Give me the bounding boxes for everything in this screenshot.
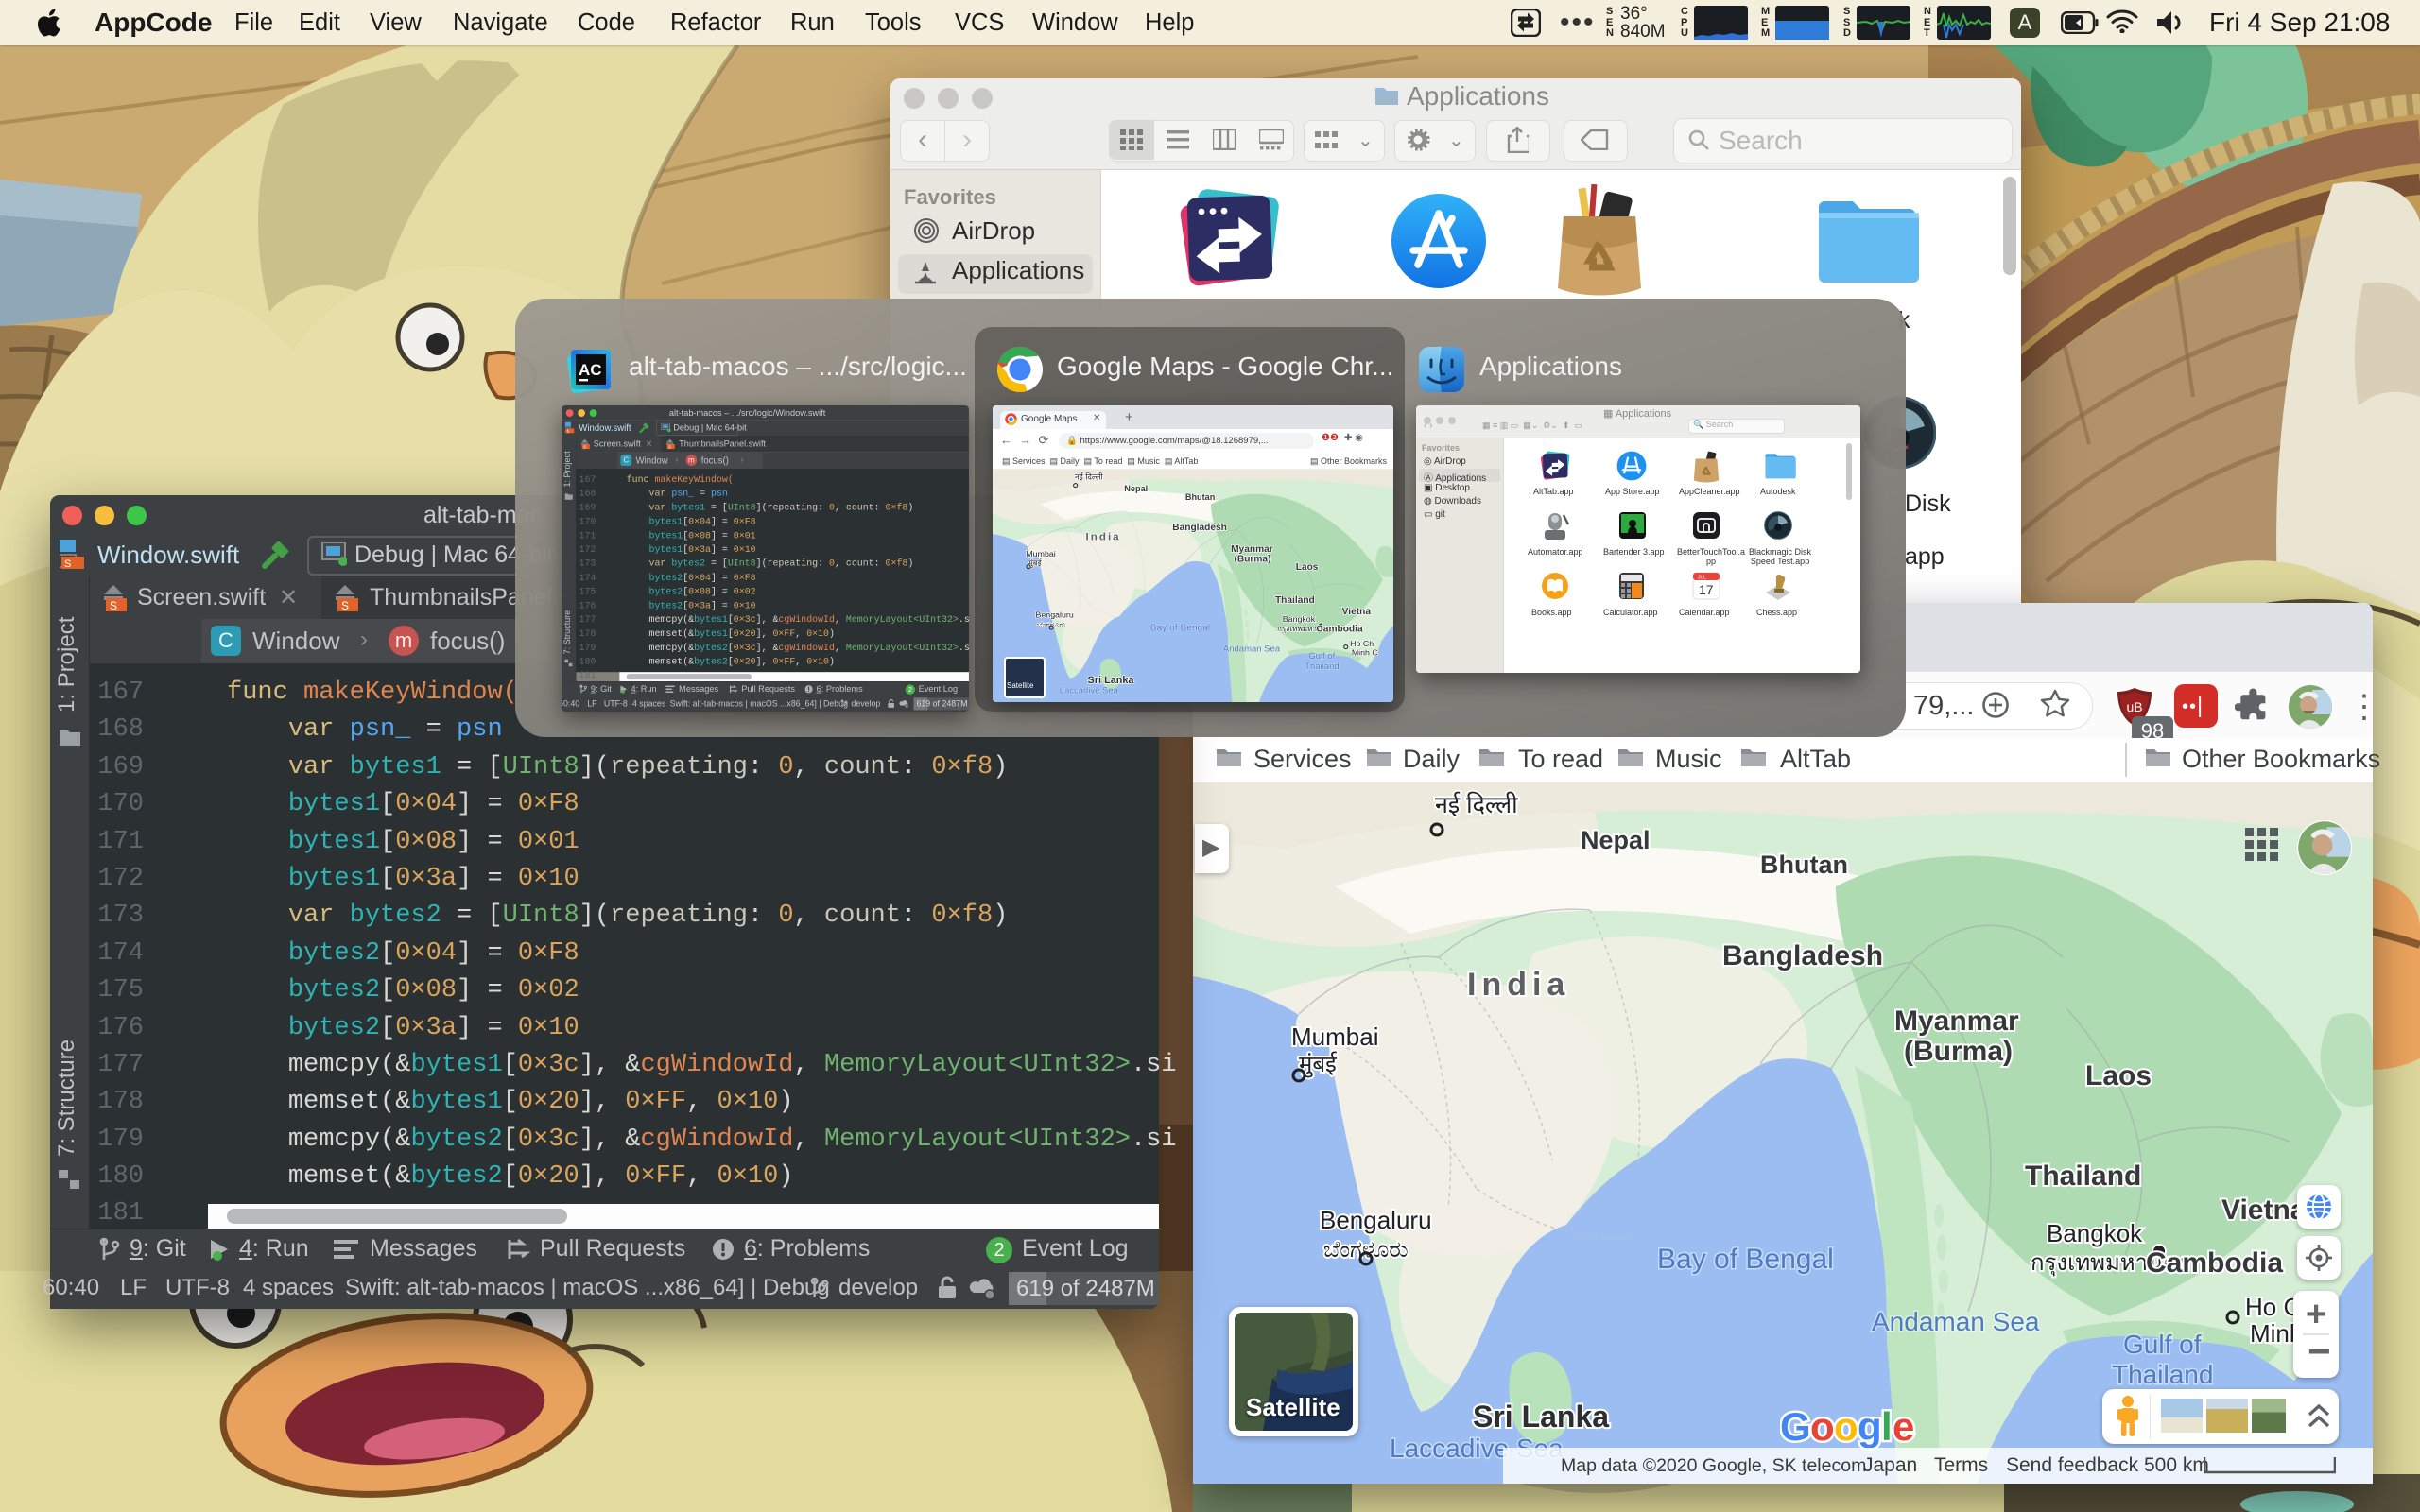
svg-text:G: G: [1780, 1404, 1811, 1449]
svg-text:S: S: [567, 429, 570, 434]
svg-text:नई दिल्ली: नई दिल्ली: [1435, 791, 1518, 818]
svg-text:India: India: [1467, 967, 1570, 1003]
svg-text:Bangkok: Bangkok: [2047, 1219, 2143, 1247]
svg-text:Bhutan: Bhutan: [1760, 850, 1848, 879]
svg-text:Nepal: Nepal: [1581, 826, 1651, 854]
svg-text:JUL: JUL: [1698, 576, 1706, 581]
svg-text:S: S: [583, 444, 586, 449]
svg-text:l: l: [1881, 1404, 1893, 1449]
svg-text:17: 17: [1699, 582, 1714, 597]
svg-text:Mumbai: Mumbai: [1291, 1022, 1378, 1051]
svg-text:Vietna: Vietna: [2221, 1194, 2307, 1226]
svg-text:Myanmar: Myanmar: [1894, 1005, 2019, 1037]
svg-text:Thailand: Thailand: [2112, 1360, 2213, 1389]
svg-text:Bangladesh: Bangladesh: [1722, 940, 1883, 971]
svg-text:S: S: [668, 444, 671, 449]
svg-text:S: S: [64, 558, 71, 570]
svg-text:g: g: [1858, 1404, 1882, 1449]
svg-text:Bengaluru: Bengaluru: [1320, 1206, 1432, 1234]
svg-text:AC: AC: [579, 361, 602, 379]
svg-text:S: S: [110, 599, 117, 611]
svg-text:ಬೆಂಗಳೂರು: ಬೆಂಗಳೂರು: [1323, 1237, 1409, 1263]
svg-text:o: o: [1834, 1404, 1858, 1449]
svg-text:e: e: [1893, 1404, 1914, 1449]
svg-text:Bay of Bengal: Bay of Bengal: [1657, 1244, 1834, 1275]
svg-text:S: S: [341, 599, 349, 611]
svg-text:(Burma): (Burma): [1904, 1036, 2013, 1067]
svg-text:Thailand: Thailand: [2025, 1160, 2141, 1192]
svg-text:uB: uB: [2126, 699, 2142, 714]
svg-text:Cambodia: Cambodia: [2146, 1247, 2283, 1279]
svg-text:Andaman Sea: Andaman Sea: [1872, 1307, 2040, 1336]
svg-text:Gulf of: Gulf of: [2123, 1330, 2202, 1359]
svg-text:Sri Lanka: Sri Lanka: [1473, 1400, 1609, 1434]
svg-text:Laos: Laos: [2085, 1060, 2152, 1091]
svg-text:o: o: [1810, 1404, 1835, 1449]
